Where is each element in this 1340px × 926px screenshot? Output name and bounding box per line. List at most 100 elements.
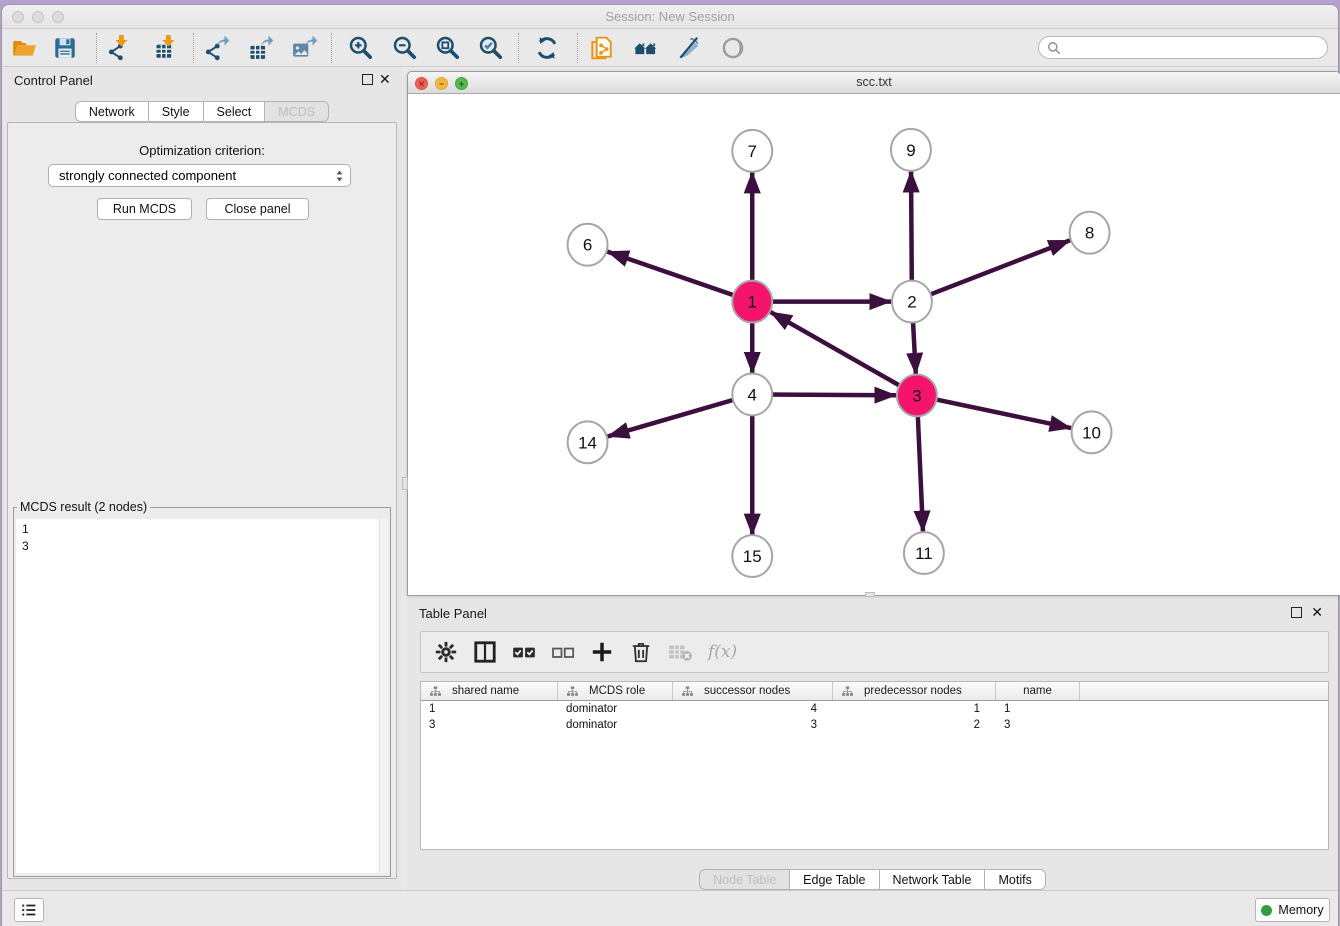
import-table-icon[interactable] xyxy=(153,35,179,61)
show-graphics-details-icon[interactable] xyxy=(720,35,746,61)
graph-node-10[interactable]: 10 xyxy=(1072,411,1112,453)
control-panel-title: Control Panel xyxy=(14,73,93,88)
network-canvas[interactable]: 7 9 6 8 1 2 4 3 14 10 15 11 xyxy=(408,94,1340,595)
graph-edge-3-10[interactable] xyxy=(917,395,1071,428)
svg-text:7: 7 xyxy=(748,142,757,161)
float-panel-icon[interactable] xyxy=(362,74,373,85)
select-all-columns-icon[interactable] xyxy=(511,639,537,665)
table-panel: Table Panel ✕ f(x) shared name MCDS role… xyxy=(407,600,1338,890)
toolbar-separator xyxy=(577,33,578,63)
graph-node-7[interactable]: 7 xyxy=(732,130,772,172)
control-panel: Control Panel ✕ Network Style Select MCD… xyxy=(2,67,402,890)
save-session-icon[interactable] xyxy=(52,35,78,61)
zoom-out-icon[interactable] xyxy=(392,35,418,61)
column-header-shared-name[interactable]: shared name xyxy=(421,682,558,700)
zoom-selected-icon[interactable] xyxy=(478,35,504,61)
tab-edge-table[interactable]: Edge Table xyxy=(789,869,879,890)
graph-node-8[interactable]: 8 xyxy=(1070,212,1110,254)
optimization-criterion-select[interactable]: strongly connected component xyxy=(48,164,351,187)
graph-edge-1-6[interactable] xyxy=(607,252,752,302)
memory-button[interactable]: Memory xyxy=(1255,898,1330,922)
graph-node-14[interactable]: 14 xyxy=(568,421,608,463)
mcds-result-text[interactable]: 1 3 xyxy=(16,519,388,873)
apply-layout-icon[interactable] xyxy=(534,35,560,61)
show-column-icon[interactable] xyxy=(472,639,498,665)
column-type-icon xyxy=(566,685,579,698)
svg-text:14: 14 xyxy=(578,433,597,452)
select-stepper-icon xyxy=(335,169,344,183)
open-session-icon[interactable] xyxy=(11,35,37,61)
main-toolbar xyxy=(2,29,1338,67)
tab-style[interactable]: Style xyxy=(148,101,204,122)
table-row[interactable]: 3 dominator 3 2 3 xyxy=(421,717,1328,733)
unselect-all-columns-icon[interactable] xyxy=(550,639,576,665)
run-mcds-button[interactable]: Run MCDS xyxy=(97,198,192,220)
memory-status-icon xyxy=(1261,905,1272,916)
delete-table-icon[interactable] xyxy=(667,639,693,665)
table-row[interactable]: 1 dominator 4 1 1 xyxy=(421,701,1328,717)
svg-text:11: 11 xyxy=(915,544,933,563)
table-header-row: shared name MCDS role successor nodes pr… xyxy=(421,682,1328,701)
network-graph[interactable]: 7 9 6 8 1 2 4 3 14 10 15 11 xyxy=(408,94,1340,595)
graph-edge-2-8[interactable] xyxy=(912,240,1070,301)
float-panel-icon[interactable] xyxy=(1291,607,1302,618)
cell-successor-nodes: 3 xyxy=(673,719,833,731)
first-neighbors-icon[interactable] xyxy=(632,35,658,61)
graph-node-1[interactable]: 1 xyxy=(732,281,772,323)
graph-edge-4-14[interactable] xyxy=(608,394,753,436)
graph-node-2[interactable]: 2 xyxy=(892,281,932,323)
graph-node-11[interactable]: 11 xyxy=(904,532,944,574)
export-table-icon[interactable] xyxy=(248,35,274,61)
network-window-titlebar[interactable]: ✕ − + scc.txt xyxy=(408,72,1340,94)
graph-node-15[interactable]: 15 xyxy=(732,535,772,577)
export-image-icon[interactable] xyxy=(292,35,318,61)
network-view-window: ✕ − + scc.txt 7 9 6 8 1 2 4 3 14 10 15 11 xyxy=(407,71,1340,596)
result-scrollbar[interactable] xyxy=(379,519,388,873)
delete-columns-icon[interactable] xyxy=(628,639,654,665)
mcds-result-title: MCDS result (2 nodes) xyxy=(17,500,150,514)
status-bar: Memory xyxy=(2,890,1338,926)
table-options-icon[interactable] xyxy=(433,639,459,665)
column-header-name[interactable]: name xyxy=(996,682,1080,700)
tab-select[interactable]: Select xyxy=(203,101,266,122)
toolbar-separator xyxy=(193,33,194,63)
node-table: shared name MCDS role successor nodes pr… xyxy=(420,681,1329,850)
vertical-splitter-handle[interactable] xyxy=(402,477,408,490)
svg-text:1: 1 xyxy=(748,293,757,312)
hide-annotations-icon[interactable] xyxy=(675,35,701,61)
graph-node-4[interactable]: 4 xyxy=(732,373,772,415)
tab-motifs[interactable]: Motifs xyxy=(984,869,1045,890)
tab-network[interactable]: Network xyxy=(75,101,149,122)
graph-node-6[interactable]: 6 xyxy=(568,224,608,266)
mcds-result-group: MCDS result (2 nodes) 1 3 xyxy=(13,500,391,877)
graph-edge-4-3[interactable] xyxy=(752,394,896,395)
cell-name: 3 xyxy=(996,719,1080,731)
zoom-fit-icon[interactable] xyxy=(435,35,461,61)
close-panel-button[interactable]: Close panel xyxy=(206,198,309,220)
graph-edge-3-1[interactable] xyxy=(770,312,917,395)
function-builder-icon[interactable]: f(x) xyxy=(708,642,737,662)
export-network-icon[interactable] xyxy=(204,35,230,61)
task-history-button[interactable] xyxy=(14,898,44,922)
column-header-mcds-role[interactable]: MCDS role xyxy=(558,682,673,700)
column-header-predecessor-nodes[interactable]: predecessor nodes xyxy=(833,682,996,700)
horizontal-splitter-handle[interactable] xyxy=(865,592,875,597)
cell-mcds-role: dominator xyxy=(558,719,673,731)
close-panel-icon[interactable]: ✕ xyxy=(379,71,391,87)
window-title: Session: New Session xyxy=(2,9,1338,24)
tab-network-table[interactable]: Network Table xyxy=(879,869,986,890)
search-input[interactable] xyxy=(1061,40,1319,56)
close-panel-icon[interactable]: ✕ xyxy=(1311,604,1323,620)
import-network-icon[interactable] xyxy=(106,35,132,61)
cell-shared-name: 1 xyxy=(421,703,558,715)
result-line: 3 xyxy=(22,538,382,555)
list-icon xyxy=(20,901,38,919)
graph-node-9[interactable]: 9 xyxy=(891,129,931,171)
clone-network-icon[interactable] xyxy=(588,35,614,61)
zoom-in-icon[interactable] xyxy=(348,35,374,61)
tab-node-table[interactable]: Node Table xyxy=(699,869,790,890)
graph-node-3[interactable]: 3 xyxy=(897,374,937,416)
column-header-successor-nodes[interactable]: successor nodes xyxy=(673,682,833,700)
tab-mcds[interactable]: MCDS xyxy=(264,101,329,122)
create-column-icon[interactable] xyxy=(589,639,615,665)
